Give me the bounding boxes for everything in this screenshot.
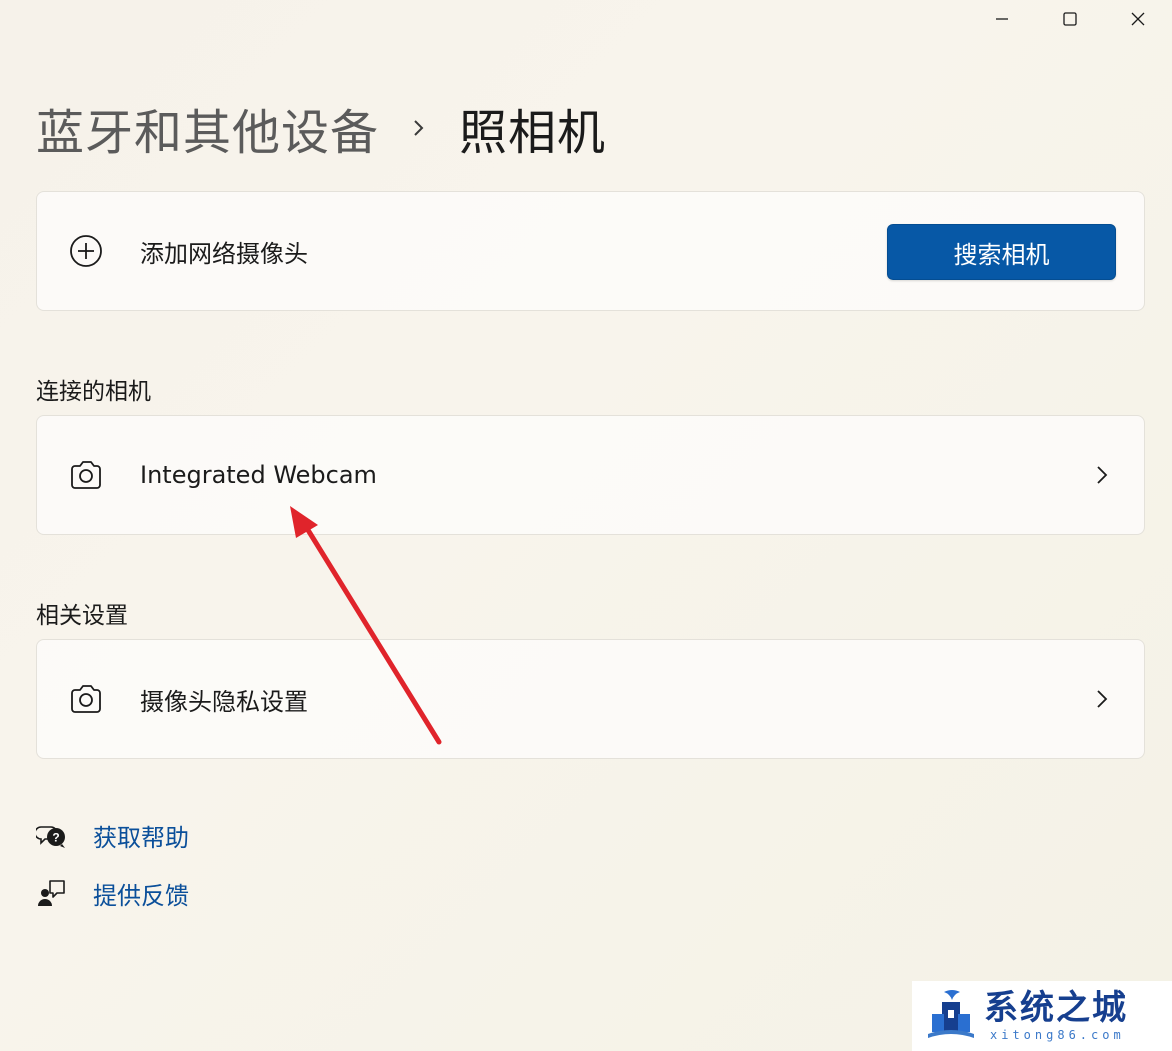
add-network-camera-card: 添加网络摄像头 搜索相机 [36,191,1145,311]
castle-logo-icon [928,990,974,1038]
help-chat-icon: ? [34,819,68,851]
camera-item-integrated-webcam[interactable]: Integrated Webcam [36,415,1145,535]
get-help-link[interactable]: ? 获取帮助 [34,817,189,853]
maximize-icon [1063,12,1077,26]
svg-text:?: ? [52,831,59,845]
maximize-button[interactable] [1036,0,1104,38]
give-feedback-label: 提供反馈 [93,881,189,910]
breadcrumb-parent[interactable]: 蓝牙和其他设备 [36,93,379,163]
camera-privacy-settings-label: 摄像头隐私设置 [140,687,308,716]
chevron-right-icon [409,114,429,142]
breadcrumb: 蓝牙和其他设备 照相机 [36,93,607,163]
related-settings-heading: 相关设置 [36,603,128,629]
feedback-icon [36,877,68,909]
close-button[interactable] [1104,0,1172,38]
minimize-icon [996,18,1008,20]
watermark: 系统之城 xitong86.com [912,981,1172,1051]
chevron-right-icon [1092,461,1112,489]
camera-privacy-settings-item[interactable]: 摄像头隐私设置 [36,639,1145,759]
camera-item-label: Integrated Webcam [140,461,377,489]
give-feedback-link[interactable]: 提供反馈 [36,875,189,911]
minimize-button[interactable] [968,0,1036,38]
window-controls [968,0,1172,38]
add-network-camera-label: 添加网络摄像头 [140,239,308,268]
close-icon [1131,12,1145,26]
camera-icon [67,456,105,494]
chevron-right-icon [1092,685,1112,713]
add-circle-icon [67,232,105,270]
connected-cameras-heading: 连接的相机 [36,379,151,405]
camera-icon [67,680,105,718]
page-title: 照相机 [459,105,607,161]
watermark-title: 系统之城 [984,988,1128,1028]
get-help-label: 获取帮助 [93,823,189,852]
search-cameras-button[interactable]: 搜索相机 [887,224,1116,280]
watermark-subtitle: xitong86.com [990,1028,1125,1042]
